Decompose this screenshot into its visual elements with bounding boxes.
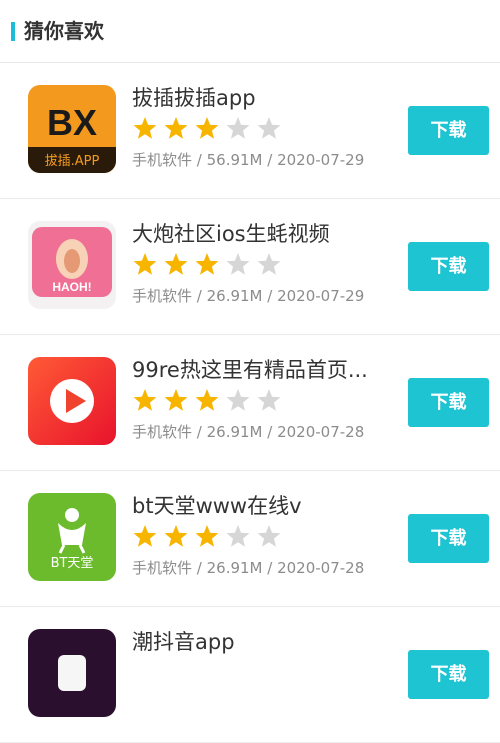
download-button[interactable]: 下载 <box>408 242 489 291</box>
app-icon-bt[interactable]: BT天堂 <box>28 493 116 581</box>
app-meta: 手机软件 / 26.91M / 2020-07-28 <box>132 421 364 443</box>
app-category: 手机软件 <box>132 151 193 169</box>
star-empty-icon <box>257 525 281 547</box>
icon-caption: BT天堂 <box>51 556 94 571</box>
star-empty-icon <box>226 525 250 547</box>
star-filled-icon <box>195 525 219 547</box>
list-item[interactable]: 99re热这里有精品首页... 手机软件 / 26.91M / 2020-07-… <box>0 335 500 471</box>
star-empty-icon <box>257 253 281 275</box>
list-item[interactable]: 潮抖音app 下载 <box>0 607 500 743</box>
separator: / <box>262 287 278 305</box>
list-item[interactable]: HAOH! 大炮社区ios生蚝视频 手机软件 / 26.91M / 2020-0… <box>0 199 500 335</box>
star-filled-icon <box>133 117 157 139</box>
app-category: 手机软件 <box>132 559 193 577</box>
download-button[interactable]: 下载 <box>408 514 489 563</box>
list-item[interactable]: BT天堂 bt天堂www在线v 手机软件 / 26.91M / 2020-07-… <box>0 471 500 607</box>
section-header: 猜你喜欢 <box>0 0 500 63</box>
accent-bar <box>11 22 15 41</box>
app-name[interactable]: 拔插拔插app <box>132 83 256 113</box>
separator: / <box>192 423 207 441</box>
download-button[interactable]: 下载 <box>408 378 489 427</box>
app-date: 2020-07-28 <box>277 559 365 577</box>
star-filled-icon <box>133 525 157 547</box>
star-rating <box>132 524 282 552</box>
app-category: 手机软件 <box>132 287 193 305</box>
star-filled-icon <box>164 525 188 547</box>
app-size: 56.91M <box>206 151 263 169</box>
app-icon-bx[interactable]: BX 拔插.APP <box>28 85 116 173</box>
app-meta: 手机软件 / 26.91M / 2020-07-28 <box>132 557 364 579</box>
app-name[interactable]: bt天堂www在线v <box>132 491 302 521</box>
list-item[interactable]: BX 拔插.APP 拔插拔插app 手机软件 / 56.91M / 2020-0… <box>0 63 500 199</box>
app-icon-play[interactable] <box>28 357 116 445</box>
separator: / <box>192 287 207 305</box>
star-rating <box>132 252 282 280</box>
star-filled-icon <box>133 253 157 275</box>
star-empty-icon <box>257 117 281 139</box>
separator: / <box>192 559 207 577</box>
star-filled-icon <box>133 389 157 411</box>
separator: / <box>262 151 278 169</box>
star-filled-icon <box>164 253 188 275</box>
star-empty-icon <box>226 253 250 275</box>
download-button[interactable]: 下载 <box>408 650 489 699</box>
app-icon-dark[interactable] <box>28 629 116 717</box>
download-button[interactable]: 下载 <box>408 106 489 155</box>
star-filled-icon <box>164 389 188 411</box>
app-size: 26.91M <box>206 423 263 441</box>
separator: / <box>262 423 278 441</box>
star-filled-icon <box>195 253 219 275</box>
separator: / <box>192 151 207 169</box>
app-size: 26.91M <box>206 287 263 305</box>
icon-caption: HAOH! <box>52 280 91 294</box>
separator: / <box>262 559 278 577</box>
app-meta: 手机软件 / 56.91M / 2020-07-29 <box>132 149 364 171</box>
star-empty-icon <box>226 117 250 139</box>
app-date: 2020-07-28 <box>277 423 365 441</box>
svg-text:BX: BX <box>47 102 97 143</box>
app-name[interactable]: 大炮社区ios生蚝视频 <box>132 219 330 249</box>
icon-caption: 拔插.APP <box>45 154 100 169</box>
star-rating <box>132 388 282 416</box>
star-filled-icon <box>164 117 188 139</box>
app-name[interactable]: 潮抖音app <box>132 627 235 657</box>
app-date: 2020-07-29 <box>277 151 365 169</box>
section-title: 猜你喜欢 <box>24 19 104 43</box>
star-empty-icon <box>226 389 250 411</box>
app-list: BX 拔插.APP 拔插拔插app 手机软件 / 56.91M / 2020-0… <box>0 63 500 743</box>
app-meta: 手机软件 / 26.91M / 2020-07-29 <box>132 285 364 307</box>
app-icon-haoh[interactable]: HAOH! <box>28 221 116 309</box>
star-empty-icon <box>257 389 281 411</box>
app-size: 26.91M <box>206 559 263 577</box>
app-date: 2020-07-29 <box>277 287 365 305</box>
star-filled-icon <box>195 389 219 411</box>
star-filled-icon <box>195 117 219 139</box>
star-rating <box>132 116 282 144</box>
app-name[interactable]: 99re热这里有精品首页... <box>132 355 368 385</box>
app-category: 手机软件 <box>132 423 193 441</box>
